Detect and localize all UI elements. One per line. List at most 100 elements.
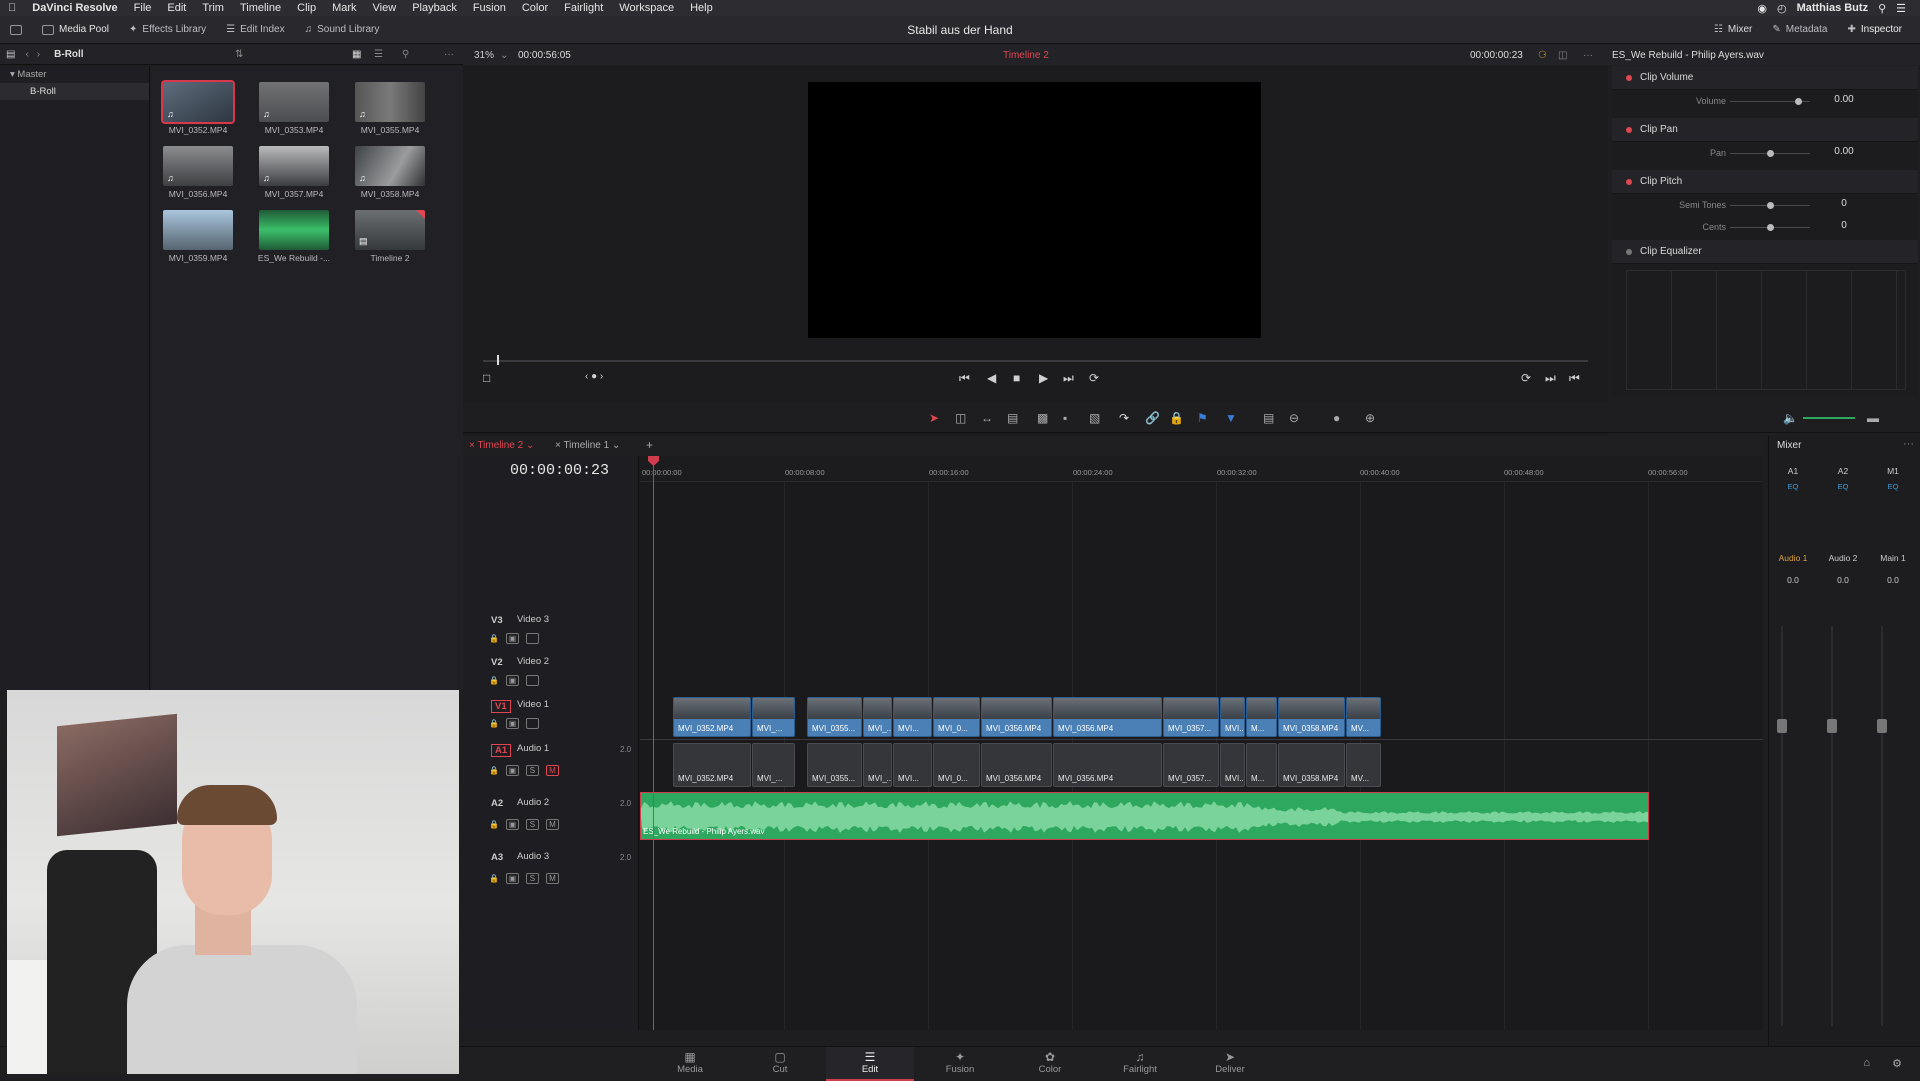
fader-a2[interactable] (1831, 626, 1833, 1026)
mixer-options-icon[interactable]: ··· (1903, 438, 1914, 450)
wifi-icon[interactable]: ◉ (1757, 2, 1767, 15)
menu-fusion[interactable]: Fusion (465, 2, 514, 14)
replace-clip-icon[interactable]: ▧ (1089, 411, 1100, 425)
menu-edit[interactable]: Edit (159, 2, 194, 14)
page-color[interactable]: ✿ Color (1006, 1047, 1094, 1081)
inspector-button[interactable]: ✚ Inspector (1837, 16, 1912, 44)
edit-index-button[interactable]: ☰ Edit Index (216, 16, 294, 44)
pool-search-icon[interactable]: ⚲ (402, 49, 409, 60)
add-tab-icon[interactable]: + (646, 438, 653, 452)
menu-playback[interactable]: Playback (404, 2, 465, 14)
app-menu[interactable]: DaVinci Resolve (24, 2, 125, 14)
timeline-thumb[interactable]: ▤ Timeline 2 (347, 210, 433, 263)
track-header-v1[interactable]: V1 Video 1 🔒 ▣ (463, 696, 639, 740)
track-header-a2[interactable]: A2 Audio 2 2.0 🔒 ▣ S M (463, 794, 639, 846)
video-clip[interactable]: MVI_... (752, 697, 795, 737)
settings-gear-icon[interactable]: ⚙ (1892, 1057, 1902, 1070)
track-header-v2[interactable]: V2 Video 2 🔒 ▣ (463, 653, 639, 695)
sound-library-button[interactable]: ♫ Sound Library (295, 16, 390, 44)
bin-b-roll[interactable]: B-Roll (0, 83, 149, 100)
clip-thumb[interactable]: ♫ MVI_0356.MP4 (155, 146, 241, 199)
pan-slider[interactable] (1730, 150, 1810, 157)
timeline-ruler[interactable]: 00:00:00:00 00:00:08:00 00:00:16:00 00:0… (640, 456, 1763, 482)
clip-pitch-section[interactable]: Clip Pitch (1612, 170, 1918, 194)
clip-thumb[interactable]: ♫ MVI_0355.MP4 (347, 82, 433, 135)
metadata-button[interactable]: ✎ Metadata (1762, 16, 1837, 44)
mute-button[interactable]: M (545, 873, 559, 884)
user-name[interactable]: Matthias Butz (1797, 2, 1869, 14)
position-lock-icon[interactable]: 🔒 (1169, 411, 1184, 425)
video-clip[interactable]: MVI_0... (933, 697, 980, 737)
menu-color[interactable]: Color (514, 2, 556, 14)
mute-button[interactable]: M (545, 765, 559, 776)
audio-clip[interactable]: MVI_0357... (1163, 743, 1219, 787)
video-clip[interactable]: MVI_0355... (807, 697, 862, 737)
volume-slider[interactable] (1730, 98, 1810, 105)
audio-clip[interactable]: MVI_0355... (807, 743, 862, 787)
zoom-chevron-icon[interactable]: ⌄ (500, 50, 508, 61)
enable-dot-icon[interactable] (1626, 178, 1632, 185)
zoom-out-icon[interactable]: ⊖ (1289, 411, 1299, 425)
eq-badge[interactable]: EQ (1819, 482, 1867, 491)
lock-icon[interactable]: 🔒 (489, 634, 499, 643)
menu-clip[interactable]: Clip (289, 2, 324, 14)
clip-volume-section[interactable]: Clip Volume (1612, 66, 1918, 90)
zoom-level[interactable]: 31% (474, 50, 494, 61)
zoom-slider[interactable]: ● (1333, 411, 1340, 425)
fader-knob[interactable] (1777, 719, 1787, 733)
page-fusion[interactable]: ✦ Fusion (916, 1047, 1004, 1081)
clip-equalizer-section[interactable]: Clip Equalizer (1612, 240, 1918, 264)
trim-tool-icon[interactable]: ◫ (955, 411, 966, 425)
video-clip[interactable]: MV... (1346, 697, 1381, 737)
auto-select-icon[interactable]: ▣ (505, 718, 519, 729)
audio-clip[interactable]: MVI... (1220, 743, 1245, 787)
fader-m1[interactable] (1881, 626, 1883, 1026)
dynamic-trim-icon[interactable]: ↔ (981, 411, 993, 425)
speaker-icon[interactable]: 🔈 (1783, 411, 1798, 425)
flag-icon[interactable]: ⚑ (1197, 411, 1208, 425)
view-options-icon[interactable]: □ (483, 371, 490, 385)
selection-tool-icon[interactable]: ➤ (929, 411, 939, 425)
menu-fairlight[interactable]: Fairlight (556, 2, 611, 14)
timeline-selector[interactable]: Timeline 2 (1003, 50, 1049, 61)
cents-value[interactable]: 0 (1824, 220, 1864, 231)
tab-timeline-1[interactable]: × Timeline 1 ⌄ (555, 440, 620, 451)
audio-clip[interactable]: MVI_0356.MP4 (1053, 743, 1162, 787)
solo-button[interactable]: S (525, 819, 539, 830)
video-clip[interactable]: MVI_0357... (1163, 697, 1219, 737)
play-reverse-icon[interactable]: ◀ (987, 371, 996, 385)
menu-trim[interactable]: Trim (194, 2, 232, 14)
track-header-a1[interactable]: A1 Audio 1 2.0 🔒 ▣ S M (463, 740, 639, 792)
audio-clip[interactable]: M... (1246, 743, 1277, 787)
audio-clip[interactable]: MVI... (893, 743, 932, 787)
menu-workspace[interactable]: Workspace (611, 2, 682, 14)
loop-icon[interactable]: ⟳ (1089, 371, 1099, 385)
lock-icon[interactable]: 🔒 (489, 766, 499, 775)
slider-knob[interactable] (1767, 202, 1774, 209)
back-icon[interactable]: ‹ (21, 49, 32, 60)
audio-clip[interactable]: MVI_0352.MP4 (673, 743, 751, 787)
track-disable-icon[interactable] (525, 675, 539, 686)
mixer-button[interactable]: ☷ Mixer (1704, 16, 1762, 44)
lock-icon[interactable]: 🔒 (489, 874, 499, 883)
go-to-end-icon[interactable]: ⏭ (1063, 371, 1074, 386)
audio-clip[interactable]: MVI_... (752, 743, 795, 787)
media-pool-button[interactable]: Media Pool (32, 16, 119, 44)
next-edit-icon[interactable]: ⏭ (1545, 371, 1556, 386)
program-monitor[interactable] (808, 82, 1261, 338)
auto-select-icon[interactable]: ▣ (505, 675, 519, 686)
audio-clip[interactable]: MVI_0358.MP4 (1278, 743, 1345, 787)
scrubber-bar[interactable] (483, 360, 1588, 362)
video-clip[interactable]: MVI_0356.MP4 (1053, 697, 1162, 737)
slider-knob[interactable] (1795, 98, 1802, 105)
audio-clip[interactable]: MVI_0... (933, 743, 980, 787)
overwrite-clip-icon[interactable]: ▪ (1063, 411, 1067, 425)
search-icon[interactable]: ⚲ (1878, 2, 1886, 15)
video-clip[interactable]: MVI... (893, 697, 932, 737)
clip-thumb[interactable]: ♫ MVI_0357.MP4 (251, 146, 337, 199)
thumbnail-view-icon[interactable]: ▦ (352, 49, 361, 60)
go-to-start-icon[interactable]: ⏮ (959, 371, 970, 386)
page-fairlight[interactable]: ♫ Fairlight (1096, 1047, 1184, 1081)
track-header-a3[interactable]: A3 Audio 3 2.0 🔒 ▣ S M (463, 848, 639, 900)
menu-view[interactable]: View (365, 2, 405, 14)
